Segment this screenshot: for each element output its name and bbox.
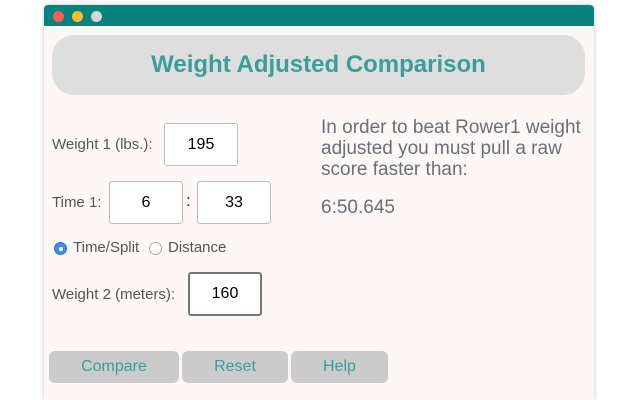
minimize-window-button[interactable] [72,11,83,22]
weight1-label: Weight 1 (lbs.): [52,136,153,153]
weight2-label: Weight 2 (meters): [52,286,176,303]
time-split-radio[interactable] [54,242,67,255]
title-bar [44,5,594,26]
zoom-window-button[interactable] [91,11,102,22]
time-separator: : [186,191,191,210]
result-message: In order to beat Rower1 weight adjusted … [321,117,581,180]
distance-label[interactable]: Distance [168,239,226,256]
distance-radio[interactable] [149,242,162,255]
weight2-input[interactable] [188,272,262,316]
compare-button[interactable]: Compare [49,351,179,383]
app-window: Weight Adjusted Comparison Weight 1 (lbs… [44,5,594,400]
result-value: 6:50.645 [321,197,395,218]
close-window-button[interactable] [53,11,64,22]
time1-label: Time 1: [52,194,102,211]
header-banner: Weight Adjusted Comparison [52,35,585,95]
weight1-input[interactable] [164,123,238,166]
reset-button[interactable]: Reset [182,351,288,383]
time1-seconds-input[interactable] [197,181,271,224]
page-title: Weight Adjusted Comparison [151,51,486,78]
time-split-label[interactable]: Time/Split [73,239,139,256]
help-button[interactable]: Help [291,351,388,383]
time1-minutes-input[interactable] [109,181,183,224]
